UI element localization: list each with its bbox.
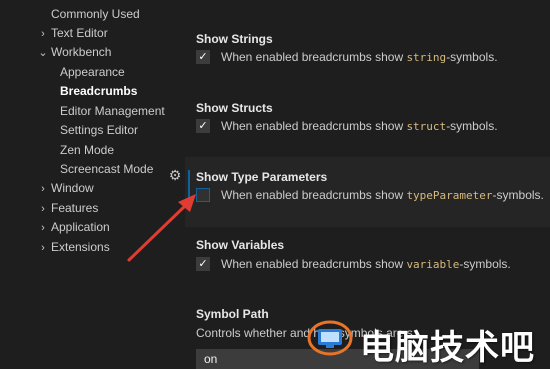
setting-checkbox[interactable]: ✓ [196,50,210,64]
setting-title: Symbol Path [196,307,269,321]
desc-code: variable [406,258,460,271]
chevron-right-icon: › [41,203,45,215]
check-icon: ✓ [198,51,208,63]
settings-toc: Commonly Used › Text Editor ⌄ Workbench Ap… [0,0,185,365]
gear-icon[interactable]: ⚙ [168,168,182,182]
toc-item-label: Zen Mode [60,143,115,157]
toc-item-label: Screencast Mode [60,162,154,176]
desc-code: string [406,51,447,64]
chevron-right-icon: › [41,222,45,234]
desc-text: -symbols. [446,50,498,64]
toc-item-breadcrumbs[interactable]: Breadcrumbs [60,82,137,101]
setting-description: When enabled breadcrumbs show string-sym… [221,50,498,64]
toc-item-workbench[interactable]: ⌄ Workbench [37,43,111,62]
toc-item-label: Application [51,220,110,234]
chevron-right-icon: › [41,242,45,254]
chevron-right-icon: › [41,183,45,195]
setting-description: When enabled breadcrumbs show struct-sym… [221,119,498,133]
desc-text: When enabled breadcrumbs show [221,119,407,133]
toc-item-text-editor[interactable]: › Text Editor [37,24,108,43]
toc-item-window[interactable]: › Window [37,179,94,198]
toc-item-appearance[interactable]: Appearance [60,63,125,82]
setting-title: Show Structs [196,101,273,115]
toc-item-screencast-mode[interactable]: Screencast Mode [60,160,153,179]
chevron-right-icon: › [41,28,45,40]
toc-item-label: Extensions [51,240,110,254]
toc-item-settings-editor[interactable]: Settings Editor [60,121,138,140]
toc-item-extensions[interactable]: › Extensions [37,238,110,257]
setting-checkbox[interactable] [196,188,210,202]
check-icon: ✓ [198,120,208,132]
setting-checkbox[interactable]: ✓ [196,257,210,271]
setting-description: When enabled breadcrumbs show typeParame… [221,188,544,202]
desc-text: When enabled breadcrumbs show [221,257,407,271]
focus-indicator [188,170,190,202]
toc-item-label: Breadcrumbs [60,84,138,98]
desc-code: typeParameter [406,189,493,202]
toc-item-editor-management[interactable]: Editor Management [60,102,165,121]
toc-item-label: Window [51,181,94,195]
toc-item-label: Editor Management [60,104,165,118]
desc-text: When enabled breadcrumbs show [221,188,407,202]
setting-title: Show Strings [196,32,273,46]
setting-checkbox[interactable]: ✓ [196,119,210,133]
setting-show-structs: Show Structs ✓ When enabled breadcrumbs … [185,88,550,148]
desc-text: -symbols. [492,188,544,202]
setting-description: When enabled breadcrumbs show variable-s… [221,257,511,271]
desc-code: struct [406,120,447,133]
setting-show-strings: Show Strings ✓ When enabled breadcrumbs … [185,0,550,70]
toc-item-label: Features [51,201,99,215]
toc-item-label: Settings Editor [60,123,139,137]
toc-item-label: Text Editor [51,26,108,40]
check-icon: ✓ [198,258,208,270]
watermark-text: 电脑技术吧 [360,328,535,368]
toc-item-commonly-used[interactable]: Commonly Used [51,5,140,24]
desc-text: -symbols. [459,257,511,271]
settings-list: Show Strings ✓ When enabled breadcrumbs … [185,0,550,369]
toc-item-application[interactable]: › Application [37,218,110,237]
toc-item-label: Commonly Used [51,7,140,21]
toc-item-label: Workbench [51,45,112,59]
desc-text: -symbols. [446,119,498,133]
desc-text: When enabled breadcrumbs show [221,50,407,64]
toc-item-label: Appearance [60,65,125,79]
toc-item-zen-mode[interactable]: Zen Mode [60,141,114,160]
watermark-logo [307,320,353,356]
toc-item-features[interactable]: › Features [37,199,98,218]
chevron-down-icon: ⌄ [38,47,48,59]
setting-title: Show Type Parameters [196,170,328,184]
watermark: 电脑技术吧 [306,316,550,368]
setting-show-type-parameters: Show Type Parameters When enabled breadc… [185,157,550,227]
setting-show-variables: Show Variables ✓ When enabled breadcrumb… [185,226,550,286]
setting-title: Show Variables [196,238,285,252]
